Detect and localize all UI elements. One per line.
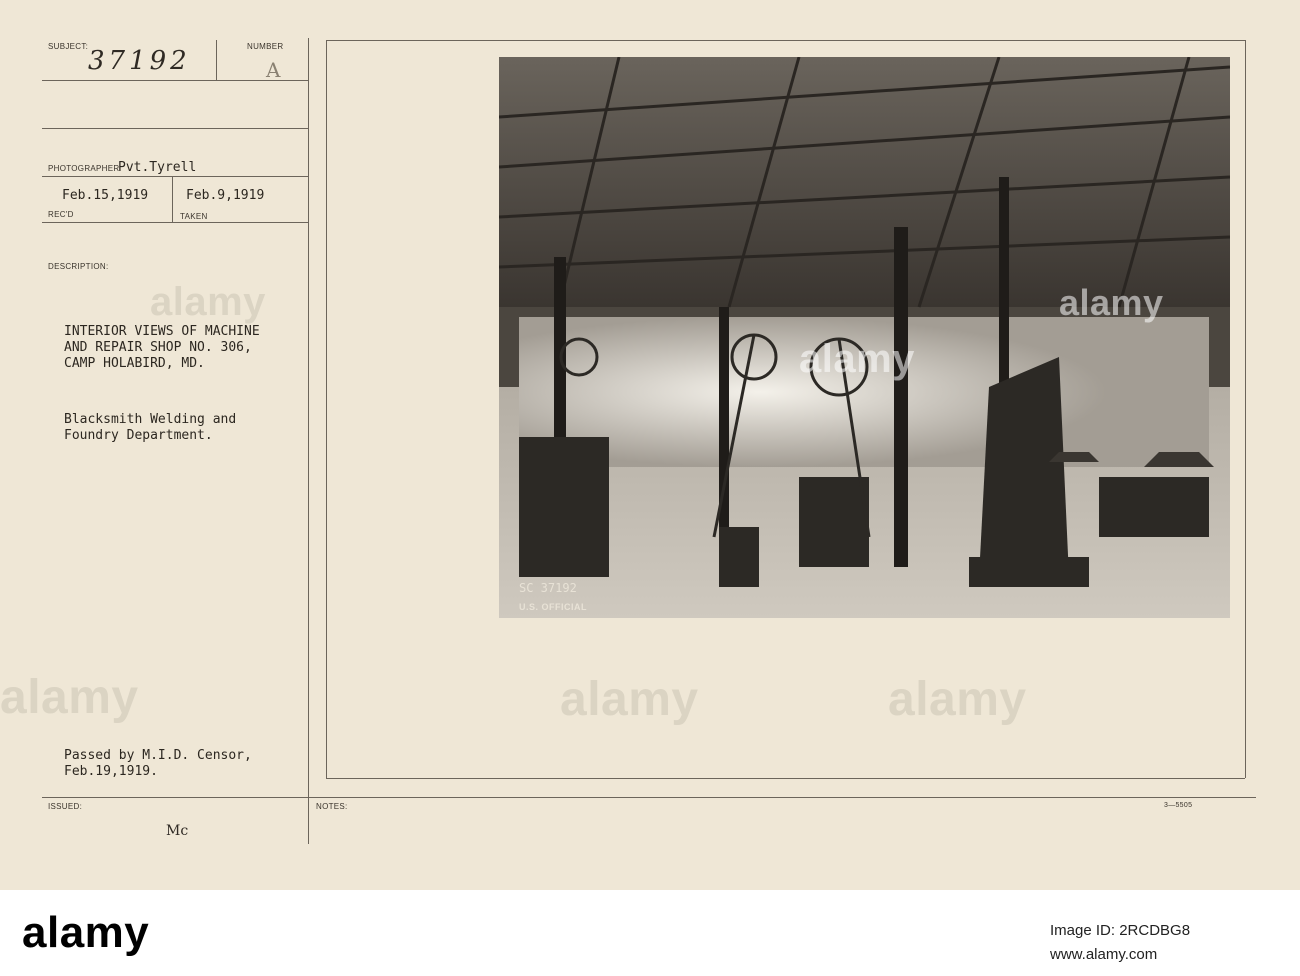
issued-label: ISSUED:	[48, 802, 83, 811]
number-letter: A	[266, 58, 281, 82]
subject-number: 37192	[88, 46, 191, 76]
official-stamp: U.S. OFFICIAL	[519, 602, 587, 612]
image-id: Image ID: 2RCDBG8	[1050, 922, 1191, 939]
photo-frame-right	[1245, 40, 1246, 778]
card-watermark: alamy	[560, 673, 699, 726]
machine-shop-photograph: alamy alamy SC 37192 U.S. OFFICIAL	[499, 57, 1230, 618]
archive-record-card: SUBJECT: NUMBER PHOTOGRAPHER REC'D TAKEN…	[0, 0, 1300, 890]
photo-watermark: alamy	[1059, 282, 1164, 323]
photographer-name: Pvt.Tyrell	[118, 160, 197, 175]
stock-photo-page: SUBJECT: NUMBER PHOTOGRAPHER REC'D TAKEN…	[0, 0, 1300, 976]
photographer-rule	[42, 176, 308, 177]
department-line: Foundry Department.	[64, 428, 213, 443]
department-line: Blacksmith Welding and	[64, 412, 237, 427]
date-taken: Feb.9,1919	[186, 188, 265, 203]
description-label: DESCRIPTION:	[48, 262, 109, 271]
footer-url[interactable]: www.alamy.com	[1050, 946, 1157, 963]
censor-line: Feb.19,1919.	[64, 764, 158, 779]
form-number: 3—5505	[1164, 802, 1193, 809]
left-column-divider	[308, 38, 309, 844]
subject-number-divider	[216, 40, 217, 80]
footer-logo: alamy	[22, 908, 150, 957]
photo-frame-bottom	[326, 778, 1245, 779]
notes-label: NOTES:	[316, 802, 348, 811]
photo-watermark: alamy	[799, 337, 915, 381]
card-watermark: alamy	[150, 280, 266, 324]
taken-label: TAKEN	[180, 212, 208, 221]
censor-line: Passed by M.I.D. Censor,	[64, 748, 252, 763]
issued-initials: Mc	[166, 823, 189, 839]
issued-rule	[42, 797, 1256, 798]
date-received: Feb.15,1919	[62, 188, 149, 203]
received-label: REC'D	[48, 210, 74, 219]
card-watermark: alamy	[0, 671, 139, 724]
description-line: INTERIOR VIEWS OF MACHINE	[64, 324, 260, 339]
dates-divider	[172, 176, 173, 222]
description-line: CAMP HOLABIRD, MD.	[64, 356, 205, 371]
photographer-label: PHOTOGRAPHER	[48, 164, 120, 173]
negative-number: SC 37192	[519, 581, 577, 595]
dates-rule	[42, 222, 308, 223]
photo-frame-left	[326, 40, 327, 778]
number-label: NUMBER	[247, 42, 284, 51]
subject-label: SUBJECT:	[48, 42, 89, 51]
photo-frame-top	[326, 40, 1245, 41]
description-line: AND REPAIR SHOP NO. 306,	[64, 340, 252, 355]
photographer-top-rule	[42, 128, 308, 129]
card-watermark: alamy	[888, 673, 1027, 726]
